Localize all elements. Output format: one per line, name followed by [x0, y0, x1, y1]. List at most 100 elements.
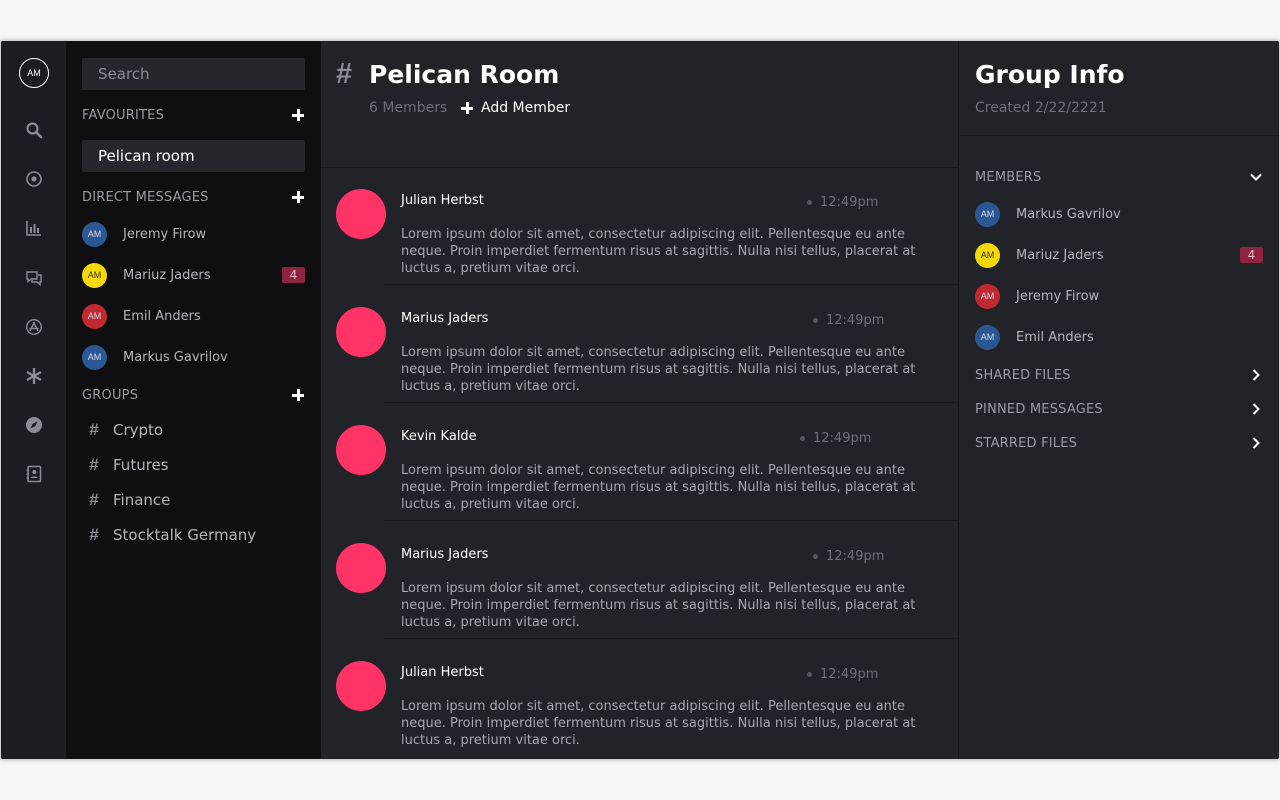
- avatar: AM: [975, 324, 1000, 350]
- dm-item[interactable]: AM Markus Gavrilov: [82, 344, 305, 370]
- chevron-right-icon: [1249, 436, 1263, 450]
- app-store-icon[interactable]: [23, 316, 45, 338]
- message-author[interactable]: Marius Jaders: [401, 311, 488, 326]
- group-item[interactable]: # Futures: [82, 453, 305, 477]
- group-item[interactable]: # Crypto: [82, 418, 305, 442]
- chat-icon[interactable]: [23, 267, 45, 289]
- group-item[interactable]: # Finance: [82, 488, 305, 512]
- members-section-toggle[interactable]: MEMBERS: [975, 167, 1263, 187]
- shared-files-section[interactable]: SHARED FILES: [975, 365, 1263, 385]
- message-author[interactable]: Julian Herbst: [401, 665, 484, 680]
- hash-icon: #: [89, 420, 99, 439]
- contacts-icon[interactable]: [23, 463, 45, 485]
- add-group-icon[interactable]: [291, 388, 305, 402]
- avatar[interactable]: [336, 189, 386, 239]
- groups-header: GROUPS: [82, 386, 305, 404]
- group-item[interactable]: # Stocktalk Germany: [82, 523, 305, 547]
- favourites-title: FAVOURITES: [82, 107, 165, 123]
- message-item: Marius Jaders 12:49pm Lorem ipsum dolor …: [321, 521, 958, 639]
- dm-name: Emil Anders: [123, 308, 201, 324]
- info-divider: [959, 135, 1279, 136]
- dm-item[interactable]: AM Emil Anders: [82, 303, 305, 329]
- message-item: Julian Herbst 12:49pm Lorem ipsum dolor …: [321, 167, 958, 285]
- chevron-right-icon: [1249, 368, 1263, 382]
- avatar: AM: [975, 283, 1000, 309]
- member-name: Jeremy Firow: [1016, 288, 1100, 304]
- message-time: 12:49pm: [807, 195, 878, 210]
- dm-name: Jeremy Firow: [123, 226, 207, 242]
- direct-messages-header: DIRECT MESSAGES: [82, 188, 305, 206]
- message-text: Lorem ipsum dolor sit amet, consectetur …: [401, 699, 916, 748]
- hash-icon: #: [89, 525, 99, 544]
- unread-badge: 4: [1240, 247, 1263, 263]
- search-icon[interactable]: [23, 119, 45, 141]
- add-direct-message-icon[interactable]: [291, 190, 305, 204]
- avatar: AM: [82, 221, 107, 247]
- pinned-messages-section[interactable]: PINNED MESSAGES: [975, 399, 1263, 419]
- message-author[interactable]: Julian Herbst: [401, 193, 484, 208]
- avatar[interactable]: [336, 543, 386, 593]
- compass-icon[interactable]: [23, 414, 45, 436]
- starred-files-title: STARRED FILES: [975, 435, 1078, 451]
- avatar[interactable]: [336, 307, 386, 357]
- member-item[interactable]: AM Mariuz Jaders 4: [975, 242, 1263, 268]
- direct-messages-title: DIRECT MESSAGES: [82, 189, 209, 205]
- room-hash-icon: #: [336, 58, 353, 90]
- avatar: AM: [975, 201, 1000, 227]
- members-count[interactable]: 6 Members: [369, 100, 447, 116]
- avatar: AM: [82, 344, 107, 370]
- hash-icon: #: [89, 490, 99, 509]
- add-favourite-icon[interactable]: [291, 108, 305, 122]
- avatar: AM: [82, 262, 107, 288]
- group-info-panel: Group Info Created 2/22/2221 MEMBERS AM …: [959, 41, 1279, 759]
- chevron-down-icon: [1249, 170, 1263, 184]
- plus-icon: [460, 101, 474, 115]
- message-author[interactable]: Kevin Kalde: [401, 429, 477, 444]
- search-input[interactable]: [82, 58, 305, 90]
- member-item[interactable]: AM Jeremy Firow: [975, 283, 1263, 309]
- avatar[interactable]: [336, 661, 386, 711]
- message-time: 12:49pm: [800, 431, 871, 446]
- chevron-right-icon: [1249, 402, 1263, 416]
- pinned-messages-title: PINNED MESSAGES: [975, 401, 1103, 417]
- group-name: Futures: [113, 456, 169, 474]
- dm-item[interactable]: AM Jeremy Firow: [82, 221, 305, 247]
- asterisk-icon[interactable]: [23, 365, 45, 387]
- unread-badge: 4: [282, 267, 305, 283]
- user-avatar[interactable]: AM: [19, 58, 49, 88]
- room-title: Pelican Room: [369, 60, 560, 89]
- add-member-button[interactable]: Add Member: [460, 100, 570, 116]
- hash-icon: #: [89, 455, 99, 474]
- group-created-date: Created 2/22/2221: [975, 100, 1107, 116]
- member-item[interactable]: AM Emil Anders: [975, 324, 1263, 350]
- avatar: AM: [975, 242, 1000, 268]
- group-name: Finance: [113, 491, 171, 509]
- bar-chart-icon[interactable]: [23, 217, 45, 239]
- icon-rail: AM: [1, 41, 66, 759]
- message-text: Lorem ipsum dolor sit amet, consectetur …: [401, 227, 916, 276]
- dm-name: Markus Gavrilov: [123, 349, 228, 365]
- starred-files-section[interactable]: STARRED FILES: [975, 433, 1263, 453]
- favourite-item-label: Pelican room: [98, 147, 195, 165]
- dm-item[interactable]: AM Mariuz Jaders 4: [82, 262, 305, 288]
- favourite-item-pelican-room[interactable]: Pelican room: [82, 140, 305, 172]
- avatar[interactable]: [336, 425, 386, 475]
- members-title: MEMBERS: [975, 169, 1042, 185]
- message-author[interactable]: Marius Jaders: [401, 547, 488, 562]
- member-name: Mariuz Jaders: [1016, 247, 1104, 263]
- avatar: AM: [82, 303, 107, 329]
- member-name: Markus Gavrilov: [1016, 206, 1121, 222]
- message-time: 12:49pm: [813, 549, 884, 564]
- chat-main: # Pelican Room 6 Members Add Member Juli…: [321, 41, 959, 759]
- member-item[interactable]: AM Markus Gavrilov: [975, 201, 1263, 227]
- favourites-header: FAVOURITES: [82, 106, 305, 124]
- chat-app-window: AM FAVOURITES: [1, 41, 1279, 759]
- dm-name: Mariuz Jaders: [123, 267, 211, 283]
- message-item: Marius Jaders 12:49pm Lorem ipsum dolor …: [321, 285, 958, 403]
- sidebar: FAVOURITES Pelican room DIRECT MESSAGES …: [66, 41, 321, 759]
- message-item: Kevin Kalde 12:49pm Lorem ipsum dolor si…: [321, 403, 958, 521]
- message-time: 12:49pm: [813, 313, 884, 328]
- message-time: 12:49pm: [807, 667, 878, 682]
- member-name: Emil Anders: [1016, 329, 1094, 345]
- record-icon[interactable]: [23, 168, 45, 190]
